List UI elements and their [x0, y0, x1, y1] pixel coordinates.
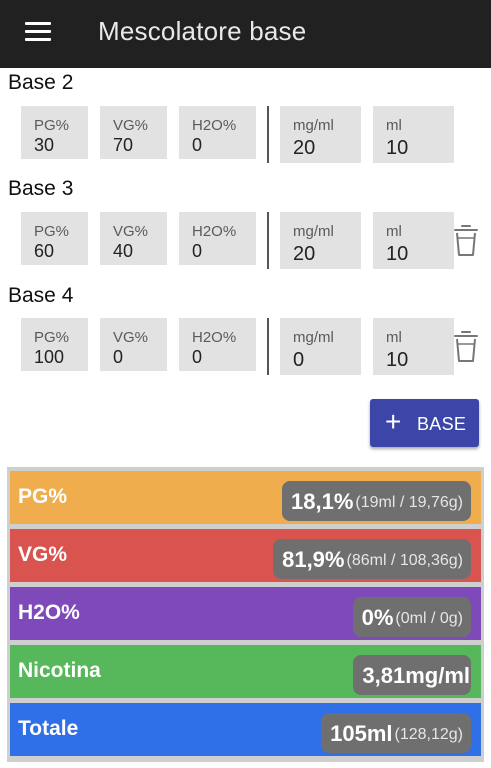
vg-value: 70: [113, 135, 134, 155]
ml-value: 10: [386, 349, 409, 371]
h2o-value: 0: [192, 135, 203, 155]
trash-icon[interactable]: [452, 222, 480, 258]
vg-input[interactable]: VG% 0: [100, 318, 167, 371]
add-base-label: BASE: [417, 414, 467, 434]
h2o-detail: (0ml / 0g): [395, 610, 463, 627]
h2o-label: H2O%: [192, 223, 237, 240]
ml-value: 10: [386, 137, 409, 159]
nicotine-summary-label: Nicotina: [18, 659, 101, 682]
divider: [267, 212, 269, 269]
nicotine-value: 20: [293, 243, 316, 265]
ml-value: 10: [386, 243, 409, 265]
total-volume: 105ml: [330, 721, 393, 746]
pg-summary-label: PG%: [18, 485, 68, 508]
pg-value: 100: [34, 347, 65, 367]
total-detail: (128,12g): [394, 726, 464, 743]
h2o-value: 0: [192, 241, 203, 261]
h2o-value: 0: [192, 347, 203, 367]
h2o-input[interactable]: H2O% 0: [179, 212, 256, 265]
pg-input[interactable]: PG% 30: [21, 106, 88, 159]
ml-input[interactable]: ml 10: [373, 318, 454, 375]
pg-label: PG%: [34, 117, 70, 134]
vg-detail: (86ml / 108,36g): [346, 552, 463, 569]
total-summary-badge: 105ml (128,12g): [321, 713, 471, 753]
vg-label: VG%: [113, 329, 149, 346]
h2o-input[interactable]: H2O% 0: [179, 318, 256, 371]
add-base-button[interactable]: + BASE: [370, 399, 479, 447]
h2o-percent: 0%: [361, 605, 394, 630]
ml-label: ml: [386, 223, 402, 240]
nicotine-input[interactable]: mg/ml 0: [280, 318, 361, 375]
ml-input[interactable]: ml 10: [373, 212, 454, 269]
trash-icon[interactable]: [452, 328, 480, 364]
summary-row-vg: VG% 81,9% (86ml / 108,36g): [10, 529, 481, 582]
total-summary-label: Totale: [18, 717, 79, 740]
vg-summary-badge: 81,9% (86ml / 108,36g): [273, 539, 471, 579]
divider: [267, 106, 269, 163]
vg-label: VG%: [113, 117, 149, 134]
nicotine-label: mg/ml: [293, 329, 334, 346]
pg-input[interactable]: PG% 60: [21, 212, 88, 265]
pg-percent: 18,1%: [291, 489, 354, 514]
nicotine-input[interactable]: mg/ml 20: [280, 212, 361, 269]
vg-input[interactable]: VG% 40: [100, 212, 167, 265]
vg-label: VG%: [113, 223, 149, 240]
vg-value: 40: [113, 241, 134, 261]
vg-summary-label: VG%: [18, 543, 68, 566]
h2o-summary-label: H2O%: [18, 601, 80, 624]
base-title: Base 4: [8, 284, 74, 307]
pg-summary-badge: 18,1% (19ml / 19,76g): [282, 481, 471, 521]
h2o-label: H2O%: [192, 117, 237, 134]
vg-percent: 81,9%: [282, 547, 345, 572]
app-bar: Mescolatore base: [0, 0, 491, 68]
h2o-label: H2O%: [192, 329, 237, 346]
h2o-summary-badge: 0% (0ml / 0g): [352, 597, 471, 637]
hamburger-icon[interactable]: [24, 20, 52, 44]
nicotine-input[interactable]: mg/ml 20: [280, 106, 361, 163]
summary-row-pg: PG% 18,1% (19ml / 19,76g): [10, 471, 481, 524]
pg-value: 60: [34, 241, 55, 261]
nicotine-total: 3,81mg/ml: [362, 663, 470, 688]
nicotine-value: 20: [293, 137, 316, 159]
summary-row-total: Totale 105ml (128,12g): [10, 703, 481, 756]
ml-input[interactable]: ml 10: [373, 106, 454, 163]
pg-input[interactable]: PG% 100: [21, 318, 88, 371]
base-title: Base 2: [8, 71, 74, 94]
nicotine-label: mg/ml: [293, 117, 334, 134]
base-title: Base 3: [8, 177, 74, 200]
summary-row-h2o: H2O% 0% (0ml / 0g): [10, 587, 481, 640]
plus-icon: +: [385, 406, 402, 437]
h2o-input[interactable]: H2O% 0: [179, 106, 256, 159]
ml-label: ml: [386, 329, 402, 346]
pg-detail: (19ml / 19,76g): [355, 494, 463, 511]
summary-row-nicotine: Nicotina 3,81mg/ml: [10, 645, 481, 698]
vg-input[interactable]: VG% 70: [100, 106, 167, 159]
vg-value: 0: [113, 347, 124, 367]
ml-label: ml: [386, 117, 402, 134]
nicotine-summary-badge: 3,81mg/ml: [353, 655, 471, 695]
divider: [267, 318, 269, 375]
summary-panel: PG% 18,1% (19ml / 19,76g) VG% 81,9% (86ml …: [7, 467, 484, 762]
pg-value: 30: [34, 135, 55, 155]
pg-label: PG%: [34, 223, 70, 240]
nicotine-label: mg/ml: [293, 223, 334, 240]
pg-label: PG%: [34, 329, 70, 346]
nicotine-value: 0: [293, 349, 305, 371]
page-title: Mescolatore base: [98, 16, 307, 46]
